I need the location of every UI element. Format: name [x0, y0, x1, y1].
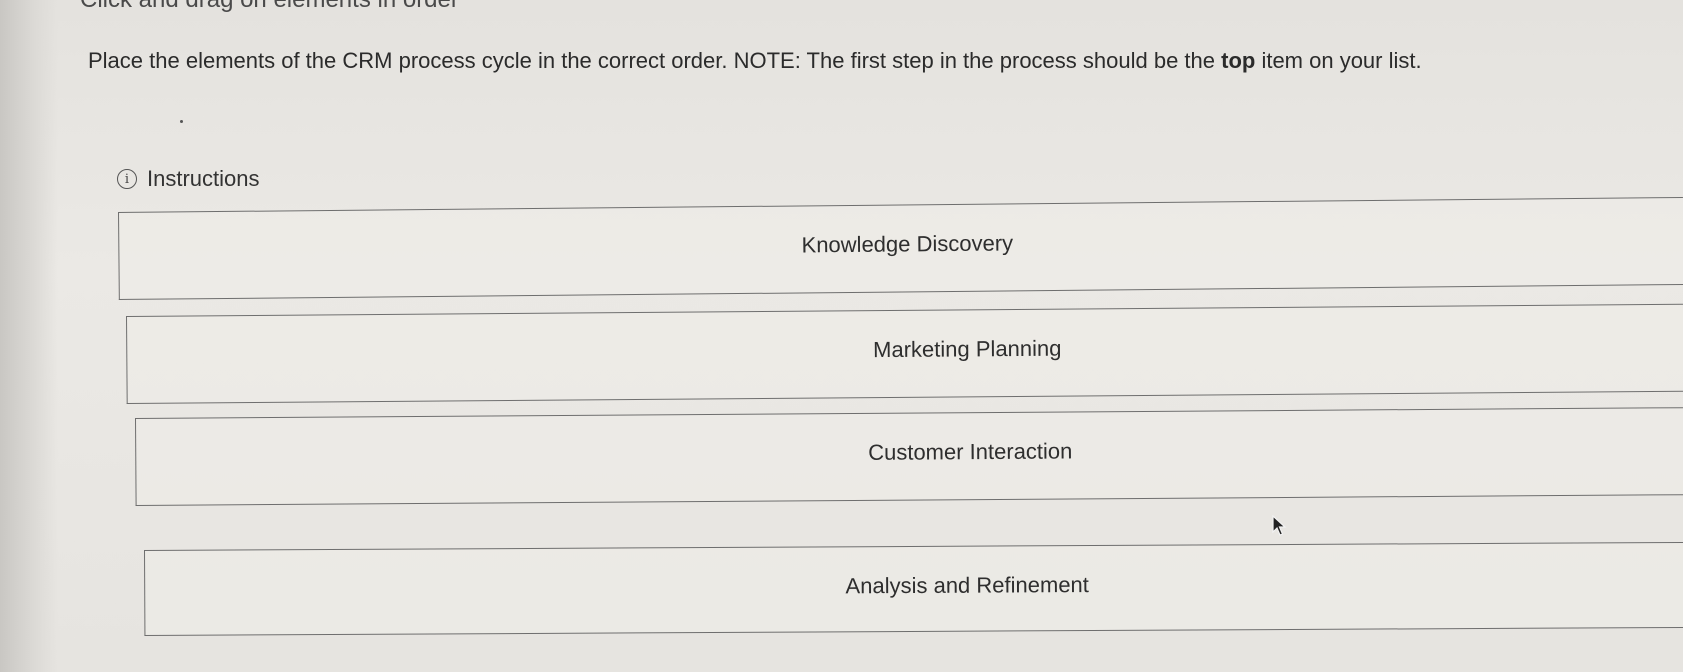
sortable-list: Knowledge Discovery Marketing Planning C… — [0, 0, 1683, 672]
sortable-item-marketing-planning[interactable]: Marketing Planning — [126, 303, 1683, 404]
sortable-item-label: Knowledge Discovery — [801, 230, 1014, 258]
sortable-item-label: Analysis and Refinement — [845, 572, 1089, 599]
sortable-item-label: Marketing Planning — [873, 335, 1062, 363]
sortable-item-knowledge-discovery[interactable]: Knowledge Discovery — [118, 196, 1683, 300]
sortable-item-label: Customer Interaction — [868, 438, 1073, 465]
sortable-item-analysis-and-refinement[interactable]: Analysis and Refinement — [144, 541, 1683, 636]
sortable-item-customer-interaction[interactable]: Customer Interaction — [135, 407, 1683, 506]
